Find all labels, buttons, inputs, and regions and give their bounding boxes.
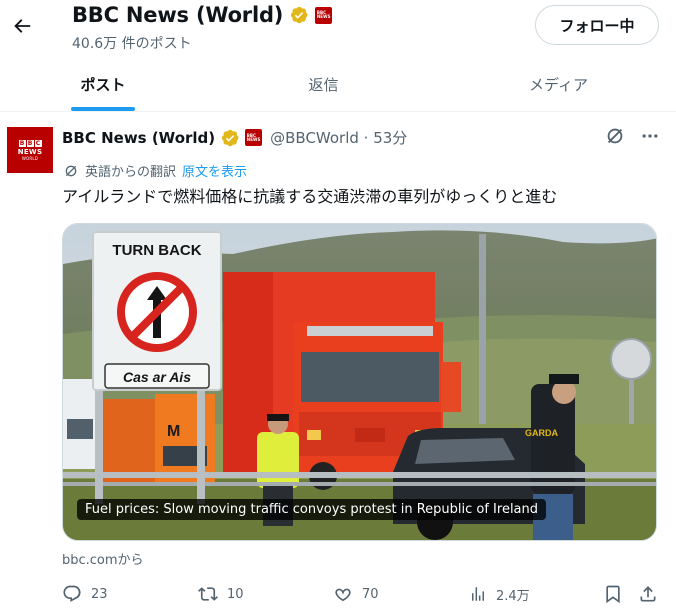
share-icon xyxy=(640,586,656,602)
bbc-logo-letter: C xyxy=(34,139,42,147)
profile-header: BBC News (World) BBC NEWS 40.6万 件のポスト フォロ… xyxy=(0,0,676,58)
grok-icon[interactable] xyxy=(604,125,626,147)
avatar-news-text: NEWS xyxy=(17,147,43,156)
translation-source-text: 英語からの翻訳 xyxy=(85,165,177,180)
repost-button[interactable]: 10 xyxy=(198,580,244,608)
sign-bottom-text: Cas ar Ais xyxy=(123,369,191,385)
show-original-link[interactable]: 原文を表示 xyxy=(182,161,247,180)
card-source[interactable]: bbc.comから xyxy=(62,549,144,568)
tab-posts-label: ポスト xyxy=(80,76,126,94)
tab-replies-label: 返信 xyxy=(308,76,339,94)
back-button[interactable] xyxy=(4,8,40,44)
like-count: 70 xyxy=(362,586,379,602)
bookmark-icon xyxy=(606,585,620,604)
tab-replies[interactable]: 返信 xyxy=(206,58,441,111)
bookmark-button[interactable] xyxy=(603,580,623,608)
reply-button[interactable]: 23 xyxy=(62,580,108,608)
header-title-row: BBC News (World) BBC NEWS xyxy=(72,3,333,27)
translation-note: 英語からの翻訳 原文を表示 xyxy=(63,161,247,180)
truck-logo: M xyxy=(167,423,180,440)
tweet-top-icons xyxy=(604,125,660,147)
view-count: 2.4万 xyxy=(496,588,530,604)
reply-icon xyxy=(63,585,81,602)
tweet-text: アイルランドで燃料価格に抗議する交通渋滞の車列がゆっくりと進む xyxy=(62,187,558,206)
tweet-header: BBC News (World) BBC NEWS @BBCWorld · 53分 xyxy=(62,127,407,148)
following-button[interactable]: フォロー中 xyxy=(535,5,659,45)
post-count: 40.6万 件のポスト xyxy=(72,36,192,52)
verified-badge-icon xyxy=(222,129,239,146)
media-caption: Fuel prices: Slow moving traffic convoys… xyxy=(77,499,547,520)
more-icon[interactable] xyxy=(640,126,660,146)
analytics-icon xyxy=(472,587,484,601)
like-button[interactable]: 70 xyxy=(333,580,379,608)
tweet-actions: 23 10 70 2.4万 xyxy=(0,580,676,608)
arrow-left-icon xyxy=(14,19,31,33)
bbc-affiliation-icon: BBC NEWS xyxy=(245,129,263,146)
bbc-logo-letter: B xyxy=(18,139,26,147)
profile-tabs: ポスト 返信 メディア xyxy=(0,58,676,112)
tab-media-label: メディア xyxy=(529,76,588,94)
tab-media[interactable]: メディア xyxy=(441,58,676,111)
avatar[interactable]: B B C NEWS WORLD xyxy=(7,127,53,173)
sign-top-text: TURN BACK xyxy=(112,242,201,259)
verified-badge-icon xyxy=(291,6,308,24)
bbc-logo-letter: B xyxy=(26,139,34,147)
repost-count: 10 xyxy=(227,586,244,602)
reply-count: 23 xyxy=(91,586,108,602)
repost-icon xyxy=(198,587,218,601)
active-tab-indicator xyxy=(71,107,135,111)
bbc-affiliation-icon: BBC NEWS xyxy=(315,6,333,24)
garda-vest-text: GARDA xyxy=(525,428,558,438)
profile-name: BBC News (World) xyxy=(72,3,284,27)
tab-posts[interactable]: ポスト xyxy=(0,58,206,111)
news-photo: M GARDA TURN BACK Cas ar Ais xyxy=(63,224,656,540)
share-button[interactable] xyxy=(638,580,658,608)
media-card[interactable]: M GARDA TURN BACK Cas ar Ais Fuel prices… xyxy=(62,223,657,541)
translate-icon xyxy=(65,165,77,176)
avatar-world-text: WORLD xyxy=(21,155,39,161)
tweet[interactable]: B B C NEWS WORLD BBC News (World) BBC NEW… xyxy=(0,113,676,612)
handle-and-time[interactable]: @BBCWorld · 53分 xyxy=(270,127,407,148)
heart-icon xyxy=(335,588,351,602)
views-button[interactable]: 2.4万 xyxy=(469,580,530,608)
author-name[interactable]: BBC News (World) xyxy=(62,129,215,147)
bbc-logo: B B C xyxy=(18,139,42,147)
